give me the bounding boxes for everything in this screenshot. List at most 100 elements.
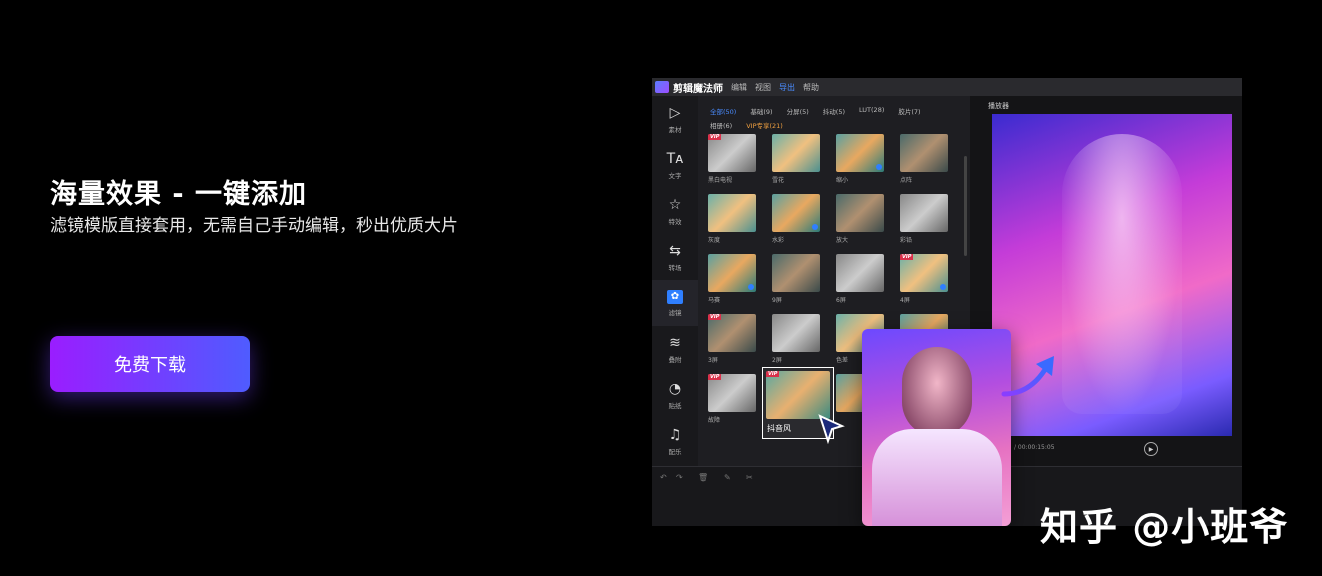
filter-thumbnail: VIP [766,371,830,419]
filter-label: 6屏 [836,297,846,304]
vip-badge: VIP [766,371,780,377]
overlay-icon: ≋ [669,334,681,351]
filter-thumbnail: VIP [708,314,756,352]
filter-item[interactable]: 彩铅 [900,194,948,244]
music-icon: ♫ [668,426,682,443]
filter-label: 马赛 [708,297,721,304]
cut-icon[interactable]: ✂ [746,473,753,482]
sidebar-item-effects[interactable]: ☆ 特效 [652,188,698,234]
effect-result-card [862,329,1011,526]
filter-thumbnail [772,254,820,292]
title-bar: 剪辑魔法师 编辑 视图 导出 帮助 [652,78,1242,96]
download-icon[interactable] [748,284,754,290]
tab-split[interactable]: 分屏(5) [787,106,809,116]
vip-badge: VIP [708,134,722,140]
download-icon[interactable] [876,164,882,170]
filter-label: 点阵 [900,177,913,184]
filter-thumbnail [836,134,884,172]
transform-arrow-icon [1001,356,1054,397]
vip-badge: VIP [708,314,722,320]
menu-view[interactable]: 视图 [755,82,771,93]
filter-tabs: 全部(50) 基础(9) 分屏(5) 抖动(5) LUT(28) 胶片(7) 相… [698,96,970,130]
tab-film[interactable]: 胶片(7) [898,106,920,116]
menu-export[interactable]: 导出 [779,82,795,93]
download-button[interactable]: 免费下载 [50,336,250,392]
dragging-filter-label: 抖音风 [767,424,791,433]
sidebar-item-label: 配乐 [668,447,682,456]
filter-thumbnail [772,134,820,172]
menu-help[interactable]: 帮助 [803,82,819,93]
vip-badge: VIP [900,254,914,260]
filter-thumbnail: VIP [708,374,756,412]
filter-item[interactable]: 水彩 [772,194,820,244]
tab-basic[interactable]: 基础(9) [750,106,772,116]
filter-item[interactable]: VIP 黑白电视 [708,134,756,184]
hero-subtitle: 滤镜模版直接套用，无需自己手动编辑，秒出优质大片 [50,216,458,236]
redo-icon[interactable]: ↷ [676,473,683,482]
filter-thumbnail [708,254,756,292]
filter-label: 3屏 [708,357,718,364]
app-name: 剪辑魔法师 [673,83,723,95]
filter-item[interactable]: 放大 [836,194,884,244]
sidebar-item-label: 特效 [668,217,682,226]
sidebar-item-media[interactable]: ▷ 素材 [652,96,698,142]
sidebar-item-overlay[interactable]: ≋ 叠附 [652,326,698,372]
filter-item[interactable]: 缩小 [836,134,884,184]
sticker-icon: ◔ [668,380,682,397]
filter-thumbnail [708,194,756,232]
sidebar-item-label: 文字 [668,171,682,180]
sidebar-item-sticker[interactable]: ◔ 贴纸 [652,372,698,418]
filter-label: 4屏 [900,297,910,304]
time-display: / 00:00:15:05 [1014,444,1055,451]
download-icon[interactable] [812,224,818,230]
filter-item[interactable]: 雪花 [772,134,820,184]
hero-title: 海量效果 - 一键添加 [50,179,308,210]
filter-label: 2屏 [772,357,782,364]
mouse-cursor-icon [818,414,845,444]
undo-icon[interactable]: ↶ [660,473,667,482]
sidebar-item-music[interactable]: ♫ 配乐 [652,418,698,464]
vip-badge: VIP [708,374,722,380]
tab-shake[interactable]: 抖动(5) [823,106,845,116]
menu-edit[interactable]: 编辑 [731,82,747,93]
tab-vip[interactable]: VIP专享(21) [746,120,783,130]
filter-thumbnail [772,194,820,232]
tab-album[interactable]: 相册(6) [710,120,732,130]
play-button[interactable]: ▶ [1144,442,1158,456]
filter-thumbnail [900,194,948,232]
filter-thumbnail [836,194,884,232]
filter-thumbnail: VIP [900,254,948,292]
filter-label: 彩铅 [900,237,913,244]
sidebar-item-transition[interactable]: ⇆ 转场 [652,234,698,280]
filter-thumbnail [900,134,948,172]
text-icon: Tᴀ [666,150,684,167]
filter-label: 水彩 [772,237,785,244]
media-icon: ▷ [669,104,681,121]
filter-label: 放大 [836,237,849,244]
delete-icon[interactable]: 🗑 [698,473,708,482]
sidebar-item-label: 贴纸 [668,401,682,410]
sidebar-item-filter[interactable]: ✿ 滤镜 [652,280,698,326]
sidebar-item-text[interactable]: Tᴀ 文字 [652,142,698,188]
filter-thumbnail [836,254,884,292]
filter-item[interactable]: 灰度 [708,194,756,244]
filter-thumbnail: VIP [708,134,756,172]
download-icon[interactable] [940,284,946,290]
filter-item[interactable]: VIP 4屏 [900,254,948,304]
player-label: 播放器 [988,102,1009,110]
transition-icon: ⇆ [669,242,681,259]
filter-item[interactable]: 马赛 [708,254,756,304]
sidebar-item-label: 滤镜 [668,308,682,317]
watermark: 知乎 @小班爷 [1040,505,1289,549]
sidebar-item-label: 转场 [668,263,682,272]
tab-lut[interactable]: LUT(28) [859,106,884,116]
scrollbar[interactable] [964,156,967,256]
filter-item[interactable]: 9屏 [772,254,820,304]
tab-all[interactable]: 全部(50) [710,106,736,116]
filter-item[interactable]: 点阵 [900,134,948,184]
filter-item[interactable]: 6屏 [836,254,884,304]
filter-item[interactable]: VIP 故障 [708,374,756,424]
edit-icon[interactable]: ✎ [724,473,731,482]
filter-item[interactable]: 2屏 [772,314,820,364]
filter-item[interactable]: VIP 3屏 [708,314,756,364]
